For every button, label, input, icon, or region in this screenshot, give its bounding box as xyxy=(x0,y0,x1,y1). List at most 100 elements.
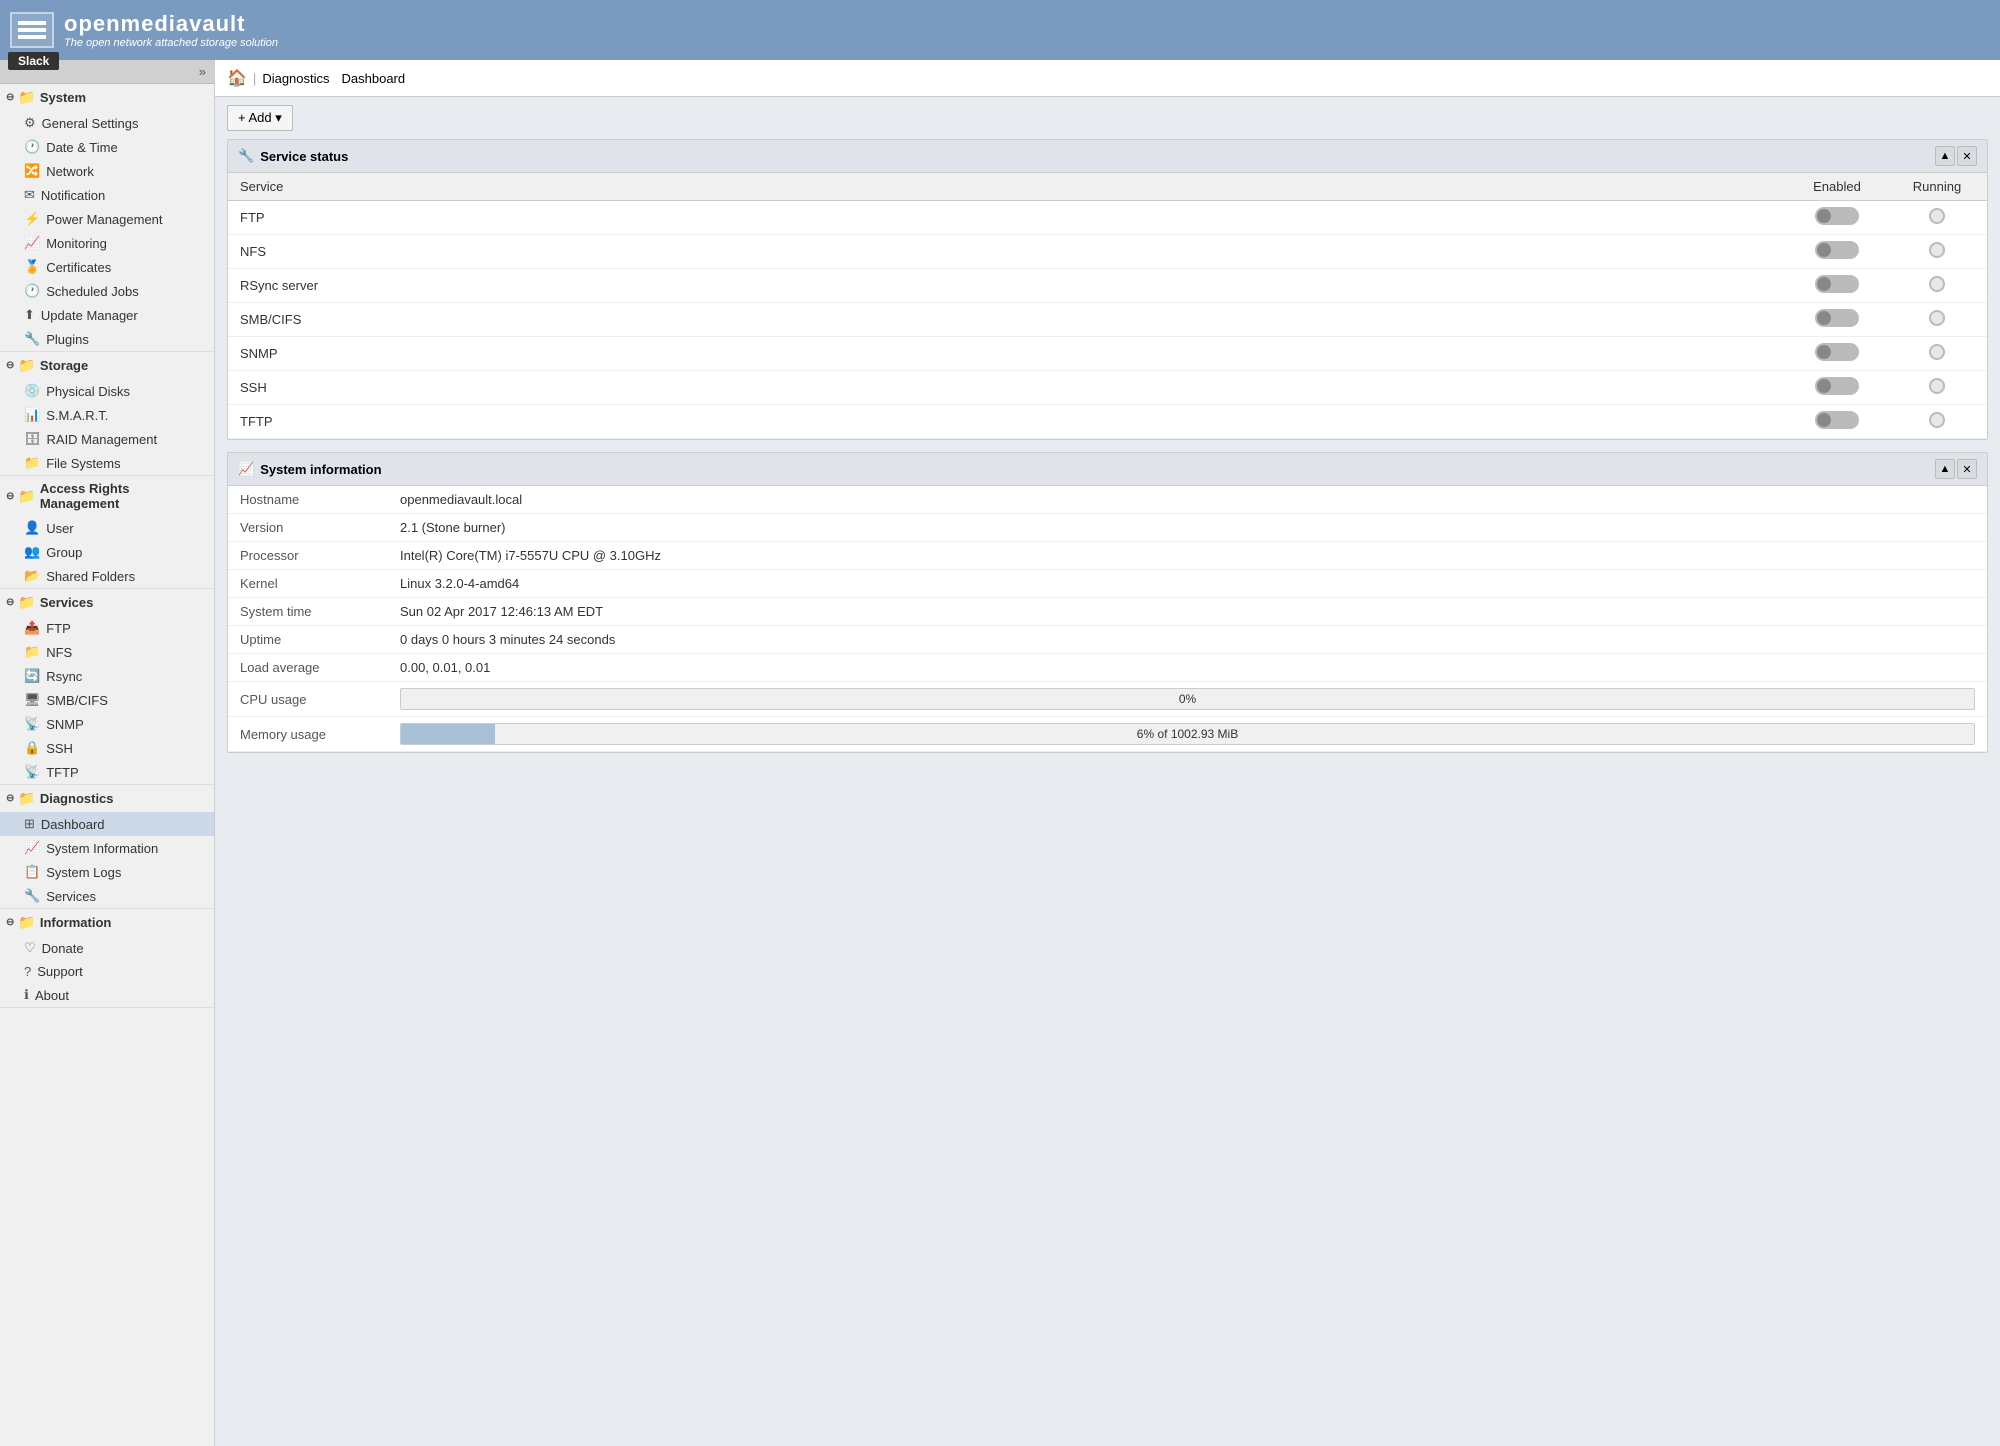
sidebar-item-about[interactable]: ℹAbout xyxy=(0,983,214,1007)
sidebar-group-services[interactable]: ⊖ 📁 Services xyxy=(0,589,214,616)
sidebar-section-system: ⊖ 📁 System ⚙General Settings 🕐Date & Tim… xyxy=(0,84,214,352)
sidebar-item-services-diag[interactable]: 🔧Services xyxy=(0,884,214,908)
raid-icon: 🗄 xyxy=(24,431,41,447)
sidebar-group-diagnostics[interactable]: ⊖ 📁 Diagnostics xyxy=(0,785,214,812)
folder-icon: 📁 xyxy=(18,89,35,106)
tftp-icon: 📡 xyxy=(24,764,40,780)
enabled-toggle[interactable] xyxy=(1815,207,1859,225)
sidebar-item-plugins[interactable]: 🔧Plugins xyxy=(0,327,214,351)
sidebar: » ⊖ 📁 System ⚙General Settings 🕐Date & T… xyxy=(0,60,215,1446)
sidebar-item-general-settings[interactable]: ⚙General Settings xyxy=(0,111,214,135)
smart-icon: 📊 xyxy=(24,407,40,423)
enabled-toggle[interactable] xyxy=(1815,275,1859,293)
sidebar-group-access-rights[interactable]: ⊖ 📁 Access Rights Management xyxy=(0,476,214,516)
service-name: SNMP xyxy=(228,337,1787,371)
sidebar-item-date-time[interactable]: 🕐Date & Time xyxy=(0,135,214,159)
system-info-table-container: Hostname openmediavault.local Version 2.… xyxy=(228,486,1987,752)
sidebar-item-dashboard[interactable]: ⊞Dashboard xyxy=(0,812,214,836)
logo-menu-icon[interactable] xyxy=(10,12,54,48)
folder-icon: 📁 xyxy=(18,914,35,931)
slack-badge: Slack xyxy=(8,52,59,70)
settings-icon: ⚙ xyxy=(24,115,36,131)
folder-icon: 📁 xyxy=(18,594,35,611)
snmp-icon: 📡 xyxy=(24,716,40,732)
sidebar-group-system[interactable]: ⊖ 📁 System xyxy=(0,84,214,111)
sidebar-item-scheduled-jobs[interactable]: 🕐Scheduled Jobs xyxy=(0,279,214,303)
add-button[interactable]: + Add ▾ xyxy=(227,105,293,131)
running-indicator xyxy=(1929,242,1945,258)
info-table: Hostname openmediavault.local Version 2.… xyxy=(228,486,1987,752)
sidebar-group-information[interactable]: ⊖ 📁 Information xyxy=(0,909,214,936)
sidebar-item-rsync[interactable]: 🔄Rsync xyxy=(0,664,214,688)
sidebar-item-shared-folders[interactable]: 📂Shared Folders xyxy=(0,564,214,588)
sidebar-item-filesystems[interactable]: 📁File Systems xyxy=(0,451,214,475)
info-value: 0 days 0 hours 3 minutes 24 seconds xyxy=(388,626,1987,654)
app-tagline: The open network attached storage soluti… xyxy=(64,37,278,49)
info-value: openmediavault.local xyxy=(388,486,1987,514)
sidebar-item-update-manager[interactable]: ⬆Update Manager xyxy=(0,303,214,327)
sidebar-item-power-management[interactable]: ⚡Power Management xyxy=(0,207,214,231)
enabled-toggle[interactable] xyxy=(1815,377,1859,395)
breadcrumb: 🏠 | Diagnostics Dashboard xyxy=(215,60,2000,97)
enabled-toggle[interactable] xyxy=(1815,309,1859,327)
service-status-close-btn[interactable]: ✕ xyxy=(1957,146,1977,166)
smb-icon: 🖥 xyxy=(24,692,41,708)
info-label: Load average xyxy=(228,654,388,682)
sidebar-item-ftp[interactable]: 📤FTP xyxy=(0,616,214,640)
sidebar-item-support[interactable]: ?Support xyxy=(0,960,214,983)
system-info-collapse-btn[interactable]: ▲ xyxy=(1935,459,1955,479)
sidebar-item-system-information[interactable]: 📈System Information xyxy=(0,836,214,860)
home-icon[interactable]: 🏠 xyxy=(227,68,247,88)
scheduled-icon: 🕐 xyxy=(24,283,40,299)
sidebar-item-smb[interactable]: 🖥SMB/CIFS xyxy=(0,688,214,712)
expand-icon: ⊖ xyxy=(6,92,14,103)
col-enabled: Enabled xyxy=(1787,173,1887,201)
info-label: Uptime xyxy=(228,626,388,654)
col-service: Service xyxy=(228,173,1787,201)
sidebar-group-diagnostics-label: Diagnostics xyxy=(40,791,114,806)
service-running xyxy=(1887,303,1987,337)
disk-icon: 💿 xyxy=(24,383,40,399)
sidebar-item-physical-disks[interactable]: 💿Physical Disks xyxy=(0,379,214,403)
running-indicator xyxy=(1929,412,1945,428)
system-info-close-btn[interactable]: ✕ xyxy=(1957,459,1977,479)
certificate-icon: 🏅 xyxy=(24,259,40,275)
enabled-toggle[interactable] xyxy=(1815,411,1859,429)
expand-icon: ⊖ xyxy=(6,793,14,804)
sidebar-item-certificates[interactable]: 🏅Certificates xyxy=(0,255,214,279)
enabled-toggle[interactable] xyxy=(1815,343,1859,361)
sidebar-item-user[interactable]: 👤User xyxy=(0,516,214,540)
sidebar-item-donate[interactable]: ♡Donate xyxy=(0,936,214,960)
service-enabled xyxy=(1787,405,1887,439)
sidebar-item-smart[interactable]: 📊S.M.A.R.T. xyxy=(0,403,214,427)
info-label: Kernel xyxy=(228,570,388,598)
sidebar-item-ssh[interactable]: 🔒SSH xyxy=(0,736,214,760)
sidebar-group-storage[interactable]: ⊖ 📁 Storage xyxy=(0,352,214,379)
sidebar-item-monitoring[interactable]: 📈Monitoring xyxy=(0,231,214,255)
info-row: Hostname openmediavault.local xyxy=(228,486,1987,514)
sidebar-item-group[interactable]: 👥Group xyxy=(0,540,214,564)
service-table: Service Enabled Running FTP NFS xyxy=(228,173,1987,439)
breadcrumb-diagnostics[interactable]: Diagnostics xyxy=(262,71,329,86)
breadcrumb-dashboard[interactable]: Dashboard xyxy=(342,71,406,86)
sidebar-item-raid[interactable]: 🗄RAID Management xyxy=(0,427,214,451)
breadcrumb-sep: | xyxy=(253,71,256,86)
running-indicator xyxy=(1929,208,1945,224)
sidebar-item-system-logs[interactable]: 📋System Logs xyxy=(0,860,214,884)
service-status-collapse-btn[interactable]: ▲ xyxy=(1935,146,1955,166)
sidebar-group-system-label: System xyxy=(40,90,86,105)
enabled-toggle[interactable] xyxy=(1815,241,1859,259)
sidebar-item-network[interactable]: 🔀Network xyxy=(0,159,214,183)
system-info-title: System information xyxy=(260,462,381,477)
nfs-icon: 📁 xyxy=(24,644,40,660)
sidebar-group-services-label: Services xyxy=(40,595,94,610)
sidebar-group-information-label: Information xyxy=(40,915,112,930)
system-info-controls: ▲ ✕ xyxy=(1935,459,1977,479)
donate-icon: ♡ xyxy=(24,940,36,956)
sidebar-item-notification[interactable]: ✉Notification xyxy=(0,183,214,207)
sidebar-item-snmp[interactable]: 📡SNMP xyxy=(0,712,214,736)
sidebar-item-tftp[interactable]: 📡TFTP xyxy=(0,760,214,784)
sidebar-item-nfs[interactable]: 📁NFS xyxy=(0,640,214,664)
running-indicator xyxy=(1929,310,1945,326)
table-row: RSync server xyxy=(228,269,1987,303)
